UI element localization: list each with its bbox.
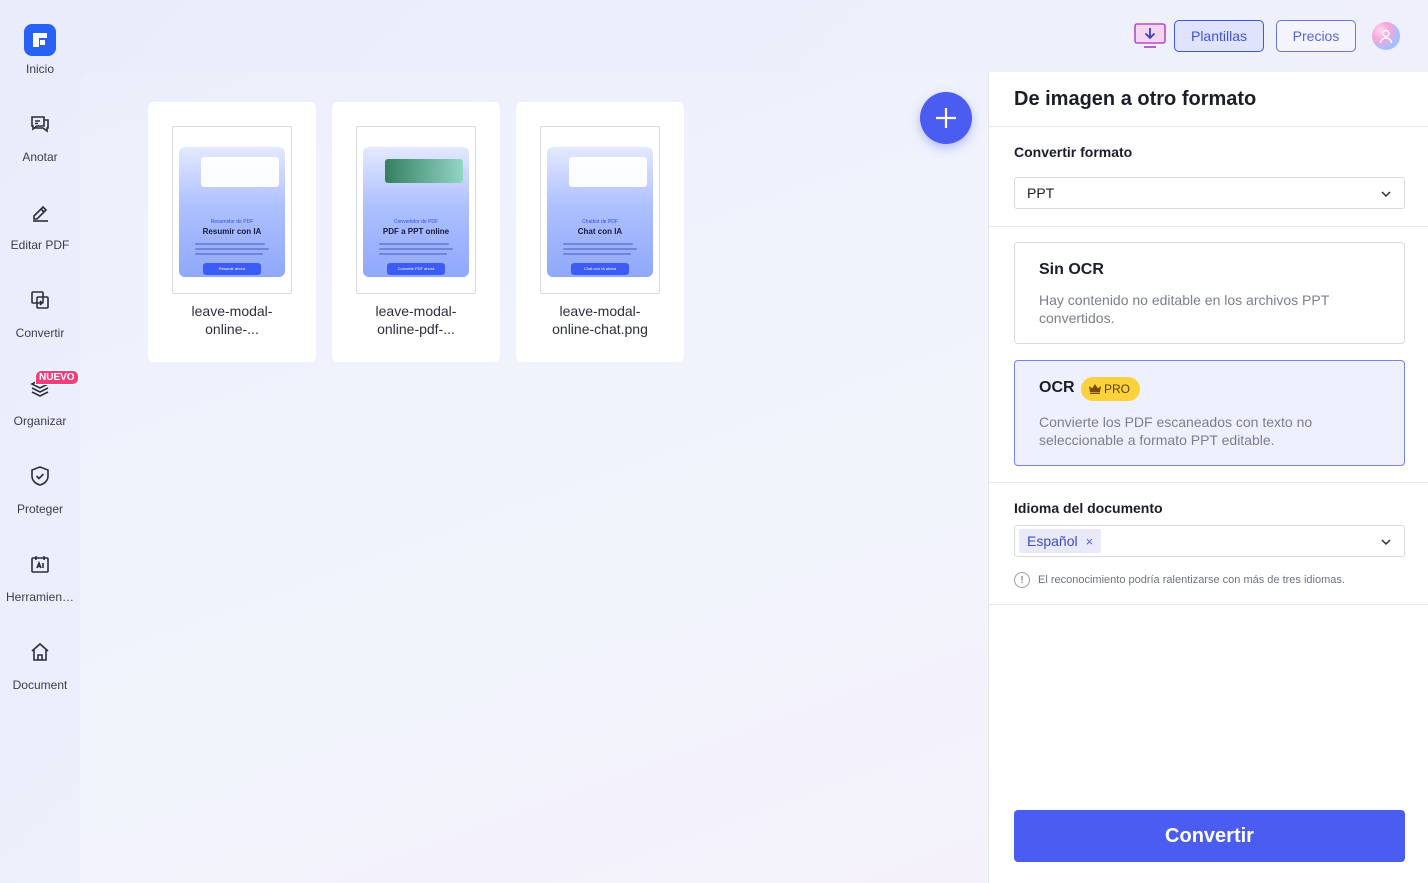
thumbnail-subtitle: Convertidor de PDF: [393, 219, 439, 225]
sidebar-item-label: Proteger: [16, 502, 64, 516]
plantillas-button[interactable]: Plantillas: [1174, 20, 1264, 52]
sidebar: Inicio Anotar Editar PDF Convertir NUEVO…: [0, 0, 80, 883]
thumbnail-title: PDF a PPT online: [382, 227, 450, 236]
tools-icon: [28, 552, 52, 576]
file-name: leave-modal- online-pdf-...: [375, 303, 457, 337]
option-sin-ocr[interactable]: Sin OCR Hay contenido no editable en los…: [1014, 242, 1405, 344]
chevron-down-icon: [1381, 539, 1391, 546]
convert-icon: [28, 288, 52, 312]
sidebar-item-organizar[interactable]: NUEVO Organizar: [0, 370, 80, 446]
thumbnail-button: Convertir PDF ahora: [387, 263, 445, 275]
sidebar-item-editar-pdf[interactable]: Editar PDF: [0, 200, 80, 270]
thumbnail-title: Resumir con IA: [202, 227, 262, 236]
option-title: Sin OCR: [1039, 261, 1104, 278]
file-thumbnail: Resumidor de PDF Resumir con IA Resumir …: [172, 126, 292, 294]
add-file-button[interactable]: [920, 92, 972, 144]
option-description: Convierte los PDF escaneados con texto n…: [1039, 414, 1313, 448]
sidebar-item-label: Anotar: [22, 150, 58, 164]
format-select[interactable]: PPT: [1014, 177, 1405, 209]
language-select[interactable]: Español ×: [1014, 525, 1405, 557]
precios-button[interactable]: Precios: [1276, 20, 1356, 52]
format-label: Convertir formato: [1014, 144, 1133, 160]
file-card[interactable]: Chatbot de PDF Chat con IA Chat con IA a…: [516, 102, 684, 362]
file-area: Resumidor de PDF Resumir con IA Resumir …: [80, 72, 988, 883]
language-tag: Español ×: [1019, 529, 1102, 553]
divider: [989, 126, 1428, 127]
home-icon: [28, 640, 52, 664]
pro-badge: PRO: [1081, 377, 1141, 401]
thumbnail-subtitle: Resumidor de PDF: [210, 219, 254, 225]
divider: [989, 604, 1428, 605]
thumbnail-button: Chat con IA ahora: [571, 263, 629, 275]
option-title: OCR: [1039, 379, 1075, 396]
sidebar-item-label: Editar PDF: [10, 238, 70, 252]
language-hint: ! El reconocimiento podría ralentizarse …: [1014, 572, 1345, 588]
option-description: Hay contenido no editable en los archivo…: [1039, 292, 1330, 326]
thumbnail-button: Resumir ahora: [203, 263, 261, 275]
file-name: leave-modal- online-...: [191, 303, 273, 337]
thumbnail-subtitle: Chatbot de PDF: [582, 219, 618, 225]
chevron-down-icon: [1381, 191, 1391, 198]
sidebar-item-anotar[interactable]: Anotar: [0, 112, 80, 182]
divider: [989, 226, 1428, 227]
file-thumbnail: Chatbot de PDF Chat con IA Chat con IA a…: [540, 126, 660, 294]
plus-icon: [936, 108, 956, 128]
shield-icon: [28, 464, 52, 488]
edit-icon: [28, 200, 52, 224]
language-label: Idioma del documento: [1014, 500, 1163, 516]
sidebar-item-label: Convertir: [15, 326, 65, 340]
convert-button[interactable]: Convertir: [1014, 810, 1405, 862]
divider: [989, 482, 1428, 483]
file-name: leave-modal- online-chat.png: [552, 303, 648, 337]
sidebar-item-label: Inicio: [25, 62, 54, 76]
panel-title: De imagen a otro formato: [1014, 88, 1257, 110]
sidebar-item-document[interactable]: Document: [0, 640, 80, 710]
info-icon: !: [1014, 572, 1030, 588]
file-thumbnail: Convertidor de PDF PDF a PPT online Conv…: [356, 126, 476, 294]
download-icon[interactable]: [1134, 23, 1166, 49]
file-card[interactable]: Resumidor de PDF Resumir con IA Resumir …: [148, 102, 316, 362]
annotate-icon: [28, 112, 52, 136]
sidebar-item-label: Herramien…: [5, 590, 74, 604]
new-badge: NUEVO: [35, 370, 79, 385]
file-card[interactable]: Convertidor de PDF PDF a PPT online Conv…: [332, 102, 500, 362]
remove-tag-icon[interactable]: ×: [1086, 534, 1094, 549]
convert-panel: De imagen a otro formato Convertir forma…: [988, 72, 1428, 883]
format-value: PPT: [1027, 185, 1055, 201]
option-ocr[interactable]: OCR PRO Convierte los PDF escaneados con…: [1014, 360, 1405, 466]
crown-icon: [1089, 384, 1101, 394]
logo-icon: [24, 24, 56, 56]
sidebar-item-herramientas[interactable]: Herramien…: [0, 552, 80, 622]
sidebar-item-inicio[interactable]: Inicio: [0, 24, 80, 94]
avatar[interactable]: [1372, 22, 1400, 50]
thumbnail-title: Chat con IA: [577, 227, 623, 236]
sidebar-item-label: Organizar: [13, 414, 67, 428]
sidebar-item-convertir[interactable]: Convertir: [0, 288, 80, 358]
sidebar-item-label: Document: [12, 678, 68, 692]
sidebar-item-proteger[interactable]: Proteger: [0, 464, 80, 534]
